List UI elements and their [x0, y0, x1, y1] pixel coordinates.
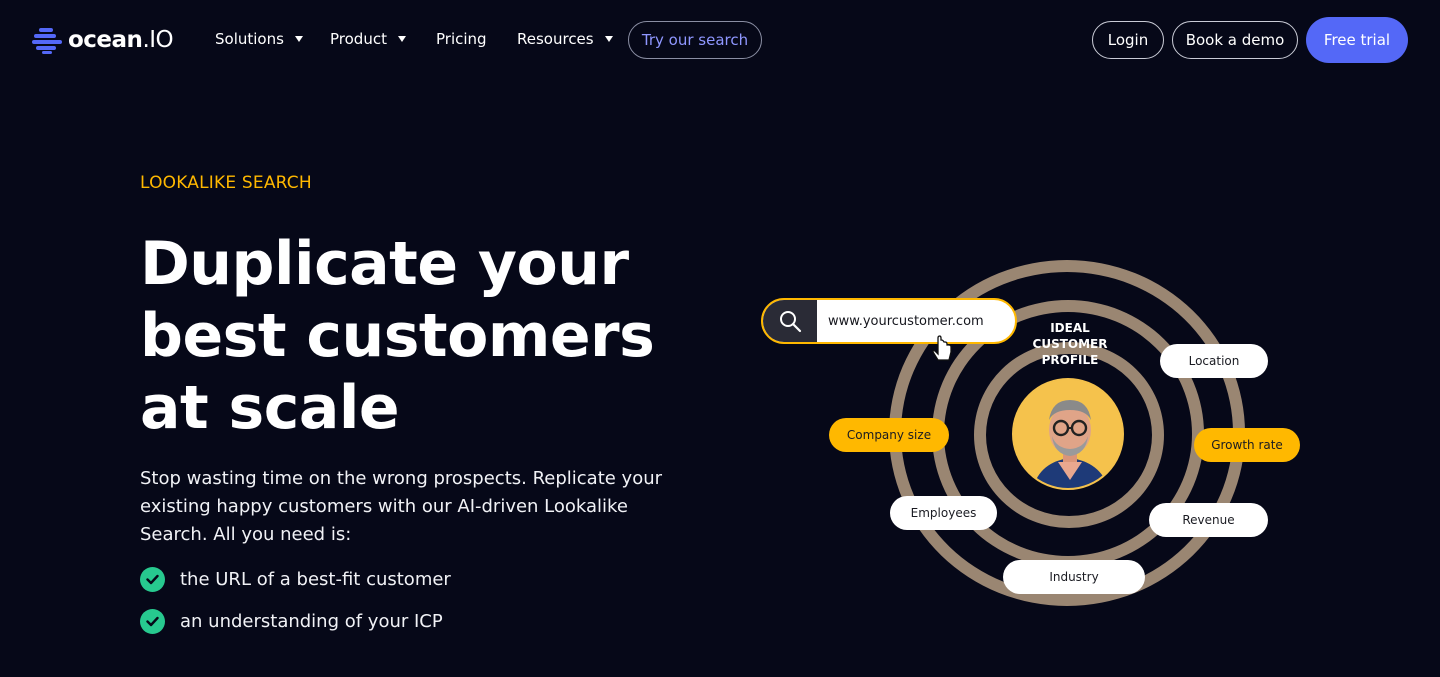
- search-value: www.yourcustomer.com: [828, 313, 984, 329]
- search-icon: [763, 300, 817, 342]
- tag-location: Location: [1160, 344, 1268, 378]
- tag-industry: Industry: [1003, 560, 1145, 594]
- caret-down-icon: [604, 36, 613, 42]
- free-trial-button[interactable]: Free trial: [1306, 17, 1408, 63]
- customer-url-search: www.yourcustomer.com: [761, 298, 1017, 344]
- list-item: the URL of a best-fit customer: [140, 564, 451, 594]
- tag-growth-rate: Growth rate: [1194, 428, 1300, 462]
- tag-company-size: Company size: [829, 418, 949, 452]
- nav-resources-label: Resources: [517, 30, 594, 48]
- nav-solutions-label: Solutions: [215, 30, 284, 48]
- ocean-logo-icon: [32, 28, 62, 54]
- login-button[interactable]: Login: [1092, 21, 1164, 59]
- hero-eyebrow: LOOKALIKE SEARCH: [140, 173, 312, 193]
- headline-line-1: Duplicate your: [140, 229, 629, 299]
- hero-headline: Duplicate your best customers at scale: [140, 228, 700, 444]
- icp-label: IDEAL CUSTOMER PROFILE: [1010, 320, 1130, 368]
- list-item: an understanding of your ICP: [140, 606, 451, 636]
- icp-label-line: CUSTOMER: [1032, 337, 1108, 351]
- person-portrait-icon: [1014, 380, 1122, 488]
- check-circle-icon: [140, 566, 165, 592]
- caret-down-icon: [397, 36, 406, 42]
- icp-label-line: IDEAL: [1050, 321, 1090, 335]
- brand-logo[interactable]: ocean.IO: [32, 26, 174, 54]
- requirements-list: the URL of a best-fit customer an unders…: [140, 564, 451, 648]
- hero-description: Stop wasting time on the wrong prospects…: [140, 468, 663, 545]
- top-navigation: ocean.IO Solutions Product Pricing Resou…: [0, 0, 1440, 80]
- nav-product[interactable]: Product: [330, 30, 406, 48]
- nav-resources[interactable]: Resources: [517, 30, 613, 48]
- tag-employees: Employees: [890, 496, 997, 530]
- brand-wordmark: ocean.IO: [68, 27, 174, 53]
- nav-solutions[interactable]: Solutions: [215, 30, 303, 48]
- headline-line-3: at scale: [140, 373, 400, 443]
- book-demo-button[interactable]: Book a demo: [1172, 21, 1298, 59]
- pointer-cursor-icon: [929, 330, 956, 368]
- try-search-button[interactable]: Try our search: [628, 21, 762, 59]
- icp-label-line: PROFILE: [1041, 353, 1099, 367]
- caret-down-icon: [294, 36, 303, 42]
- check-circle-icon: [140, 608, 165, 634]
- tag-revenue: Revenue: [1149, 503, 1268, 537]
- customer-avatar: [1012, 378, 1124, 490]
- nav-pricing-label: Pricing: [436, 30, 487, 48]
- nav-product-label: Product: [330, 30, 387, 48]
- list-item-text: the URL of a best-fit customer: [180, 568, 451, 590]
- list-item-text: an understanding of your ICP: [180, 610, 443, 632]
- lookalike-illustration: IDEAL CUSTOMER PROFILE www.yourcustomer.…: [740, 230, 1360, 630]
- nav-pricing[interactable]: Pricing: [436, 30, 487, 48]
- headline-line-2: best customers: [140, 301, 655, 371]
